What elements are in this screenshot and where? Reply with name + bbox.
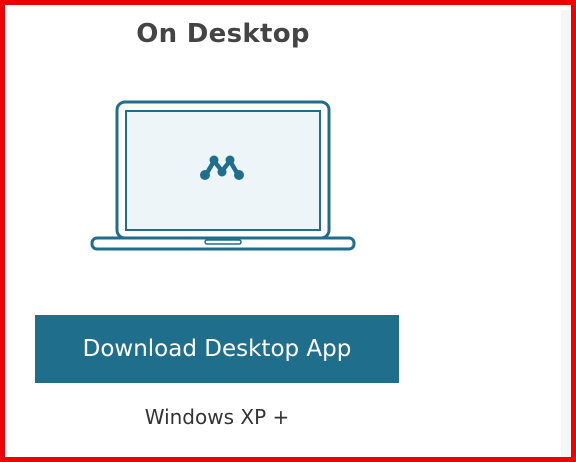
section-title: On Desktop [136, 19, 310, 49]
download-desktop-app-button[interactable]: Download Desktop App [35, 315, 399, 383]
laptop-icon [90, 100, 356, 251]
adjacent-panel-strip [561, 10, 571, 457]
desktop-download-panel: On Desktop Download Desktop App Windows … [0, 0, 576, 462]
os-requirement-text: Windows XP + [144, 405, 290, 429]
